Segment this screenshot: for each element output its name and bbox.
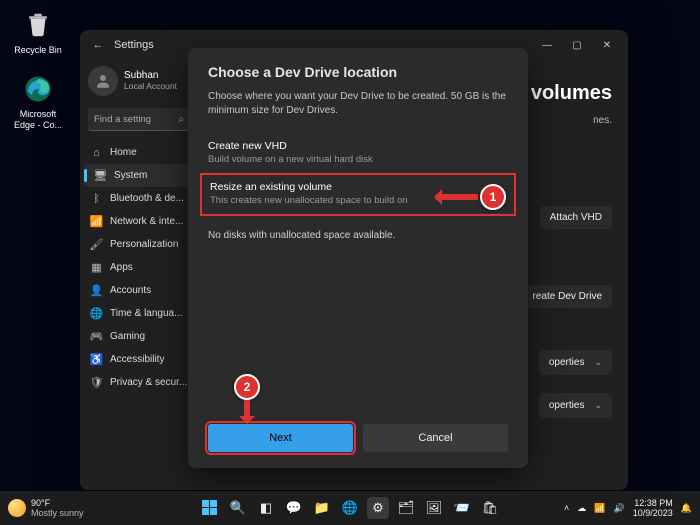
sidebar-item-label: Network & inte... xyxy=(110,216,183,227)
sidebar-item-apps[interactable]: ▦ Apps xyxy=(80,256,198,279)
clock-date: 10/9/2023 xyxy=(633,508,673,518)
net-icon: 📶 xyxy=(90,215,103,228)
task-view-button[interactable]: ◧ xyxy=(255,497,277,519)
weather-cond: Mostly sunny xyxy=(31,508,84,518)
option-create-new-vhd[interactable]: Create new VHD Build volume on a new vir… xyxy=(208,134,508,173)
annotation-bubble-1: 1 xyxy=(480,184,506,210)
edge-icon xyxy=(21,72,55,106)
sidebar-item-pers[interactable]: 🖌 Personalization xyxy=(80,233,198,256)
dialog-title: Choose a Dev Drive location xyxy=(208,64,508,80)
sidebar: Subhan Local Account Find a setting ⌕ ⌂ H… xyxy=(80,60,198,490)
properties-row-2[interactable]: operties⌄ xyxy=(539,393,612,418)
search-placeholder: Find a setting xyxy=(94,114,151,125)
sidebar-item-home[interactable]: ⌂ Home xyxy=(80,141,198,164)
properties-row-1[interactable]: operties⌄ xyxy=(539,350,612,375)
sidebar-item-label: Privacy & secur... xyxy=(110,377,187,388)
sidebar-item-game[interactable]: 🎮 Gaming xyxy=(80,325,198,348)
recycle-bin-icon xyxy=(21,8,55,42)
desktop-icon-label: Microsoft Edge - Co... xyxy=(14,109,62,130)
back-button[interactable]: ← xyxy=(86,39,110,51)
app-taskbar-icon[interactable]: 🖼 xyxy=(423,497,445,519)
desktop-icon-label: Recycle Bin xyxy=(14,45,62,55)
sidebar-item-label: Time & langua... xyxy=(110,308,182,319)
priv-icon: 🛡 xyxy=(90,376,103,389)
annotation-arrow-2 xyxy=(244,400,250,422)
edge-taskbar-icon[interactable]: 🌐 xyxy=(339,497,361,519)
sidebar-item-net[interactable]: 📶 Network & inte... xyxy=(80,210,198,233)
attach-vhd-button[interactable]: Attach VHD xyxy=(540,206,612,229)
sidebar-item-acct[interactable]: 👤 Accounts xyxy=(80,279,198,302)
dev-drive-dialog: Choose a Dev Drive location Choose where… xyxy=(188,48,528,468)
pers-icon: 🖌 xyxy=(90,238,103,251)
notifications-icon[interactable]: 🔔 xyxy=(681,503,692,514)
system-icon: 🖥 xyxy=(94,169,107,182)
file-explorer-icon[interactable]: 📁 xyxy=(311,497,333,519)
game-icon: 🎮 xyxy=(90,330,103,343)
sidebar-item-time[interactable]: 🌐 Time & langua... xyxy=(80,302,198,325)
clock-time: 12:38 PM xyxy=(633,498,673,508)
onedrive-icon[interactable]: ☁ xyxy=(577,503,586,514)
taskbar-center: 🔍 ◧ 💬 📁 🌐 ⚙ 🗂 🖼 📨 🛍 xyxy=(199,497,501,519)
option-title: Resize an existing volume xyxy=(210,181,506,193)
dialog-description: Choose where you want your Dev Drive to … xyxy=(208,90,508,118)
sidebar-item-priv[interactable]: 🛡 Privacy & secur... xyxy=(80,371,198,394)
taskbar-weather[interactable]: 90°F Mostly sunny xyxy=(8,498,84,518)
minimize-button[interactable]: ― xyxy=(532,30,562,60)
close-button[interactable]: ✕ xyxy=(592,30,622,60)
acc-icon: ♿ xyxy=(90,353,103,366)
chevron-down-icon: ⌄ xyxy=(594,357,602,368)
weather-icon xyxy=(8,499,26,517)
cancel-button[interactable]: Cancel xyxy=(363,424,508,452)
next-button[interactable]: Next xyxy=(208,424,353,452)
annotation-bubble-2: 2 xyxy=(234,374,260,400)
wifi-icon[interactable]: 📶 xyxy=(594,503,605,514)
start-button[interactable] xyxy=(199,497,221,519)
sidebar-item-acc[interactable]: ♿ Accessibility xyxy=(80,348,198,371)
annotation-arrow-1 xyxy=(436,194,478,200)
create-dev-drive-button[interactable]: reate Dev Drive xyxy=(523,285,612,308)
avatar xyxy=(88,66,118,96)
option-subtitle: Build volume on a new virtual hard disk xyxy=(208,154,508,165)
system-tray: ˄ ☁ 📶 🔊 12:38 PM 10/9/2023 🔔 xyxy=(564,498,692,518)
apps-icon: ▦ xyxy=(90,261,103,274)
volume-icon[interactable]: 🔊 xyxy=(614,503,625,514)
acct-icon: 👤 xyxy=(90,284,103,297)
home-icon: ⌂ xyxy=(90,146,103,159)
search-input[interactable]: Find a setting ⌕ xyxy=(88,108,190,131)
weather-temp: 90°F xyxy=(31,498,84,508)
sidebar-item-label: Apps xyxy=(110,262,133,273)
chevron-down-icon: ⌄ xyxy=(594,400,602,411)
bt-icon: ᛒ xyxy=(90,192,103,205)
desktop-icon-recycle-bin[interactable]: Recycle Bin xyxy=(10,8,66,56)
option-title: Create new VHD xyxy=(208,140,508,152)
desktop-icon-edge[interactable]: Microsoft Edge - Co... xyxy=(10,72,66,131)
tray-chevron-icon[interactable]: ˄ xyxy=(564,503,569,513)
chat-icon[interactable]: 💬 xyxy=(283,497,305,519)
search-taskbar-button[interactable]: 🔍 xyxy=(227,497,249,519)
maximize-button[interactable]: ▢ xyxy=(562,30,592,60)
sidebar-item-label: Accessibility xyxy=(110,354,164,365)
app-taskbar-icon[interactable]: 🗂 xyxy=(395,497,417,519)
taskbar: 90°F Mostly sunny 🔍 ◧ 💬 📁 🌐 ⚙ 🗂 🖼 📨 🛍 ˄ … xyxy=(0,491,700,525)
sidebar-item-system[interactable]: 🖥 System xyxy=(84,164,194,187)
sidebar-item-label: Gaming xyxy=(110,331,145,342)
sidebar-item-label: Bluetooth & de... xyxy=(110,193,184,204)
dialog-message: No disks with unallocated space availabl… xyxy=(208,230,508,241)
sidebar-item-label: Accounts xyxy=(110,285,151,296)
taskbar-clock[interactable]: 12:38 PM 10/9/2023 xyxy=(633,498,673,518)
account-block[interactable]: Subhan Local Account xyxy=(80,62,198,100)
sidebar-item-label: System xyxy=(114,170,147,181)
search-icon: ⌕ xyxy=(178,114,184,125)
app-taskbar-icon[interactable]: 📨 xyxy=(451,497,473,519)
sidebar-item-label: Personalization xyxy=(110,239,178,250)
settings-taskbar-icon[interactable]: ⚙ xyxy=(367,497,389,519)
app-taskbar-icon[interactable]: 🛍 xyxy=(479,497,501,519)
time-icon: 🌐 xyxy=(90,307,103,320)
sidebar-item-bt[interactable]: ᛒ Bluetooth & de... xyxy=(80,187,198,210)
account-type: Local Account xyxy=(124,81,177,92)
account-name: Subhan xyxy=(124,70,177,81)
sidebar-item-label: Home xyxy=(110,147,137,158)
